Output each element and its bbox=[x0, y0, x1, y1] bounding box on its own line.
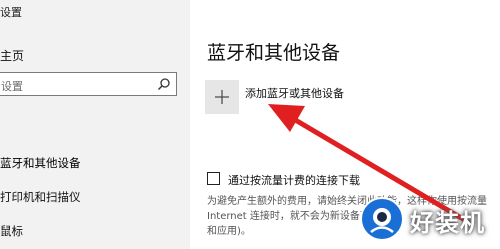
settings-window: 设置 主页 设置 蓝牙和其他设备 打印机和扫描仪 鼠标 蓝牙和其他设备 添加蓝牙… bbox=[0, 0, 500, 249]
search-icon[interactable] bbox=[157, 77, 171, 91]
watermark-logo-icon bbox=[360, 197, 404, 241]
person-icon bbox=[370, 208, 394, 233]
metered-label: 通过按流量计费的连接下载 bbox=[228, 174, 360, 187]
metered-checkbox[interactable] bbox=[207, 172, 220, 185]
search-input[interactable]: 设置 bbox=[0, 72, 177, 96]
sidebar-item-printers[interactable]: 打印机和扫描仪 bbox=[0, 189, 81, 205]
watermark-text: 好装机 bbox=[410, 209, 485, 237]
page-title: 蓝牙和其他设备 bbox=[207, 42, 341, 64]
watermark: 好装机 bbox=[358, 196, 500, 246]
sidebar-item-bluetooth[interactable]: 蓝牙和其他设备 bbox=[0, 155, 81, 171]
add-tile[interactable] bbox=[205, 80, 239, 114]
settings-title: 设置 bbox=[0, 6, 22, 19]
add-device-label: 添加蓝牙或其他设备 bbox=[245, 87, 344, 100]
sidebar-item-home[interactable]: 主页 bbox=[0, 47, 24, 64]
sidebar: 设置 主页 设置 蓝牙和其他设备 打印机和扫描仪 鼠标 bbox=[0, 0, 190, 249]
search-placeholder: 设置 bbox=[1, 80, 23, 93]
plus-icon bbox=[215, 90, 229, 104]
sidebar-item-mouse[interactable]: 鼠标 bbox=[0, 223, 23, 239]
add-device-button[interactable]: 添加蓝牙或其他设备 bbox=[205, 80, 405, 116]
